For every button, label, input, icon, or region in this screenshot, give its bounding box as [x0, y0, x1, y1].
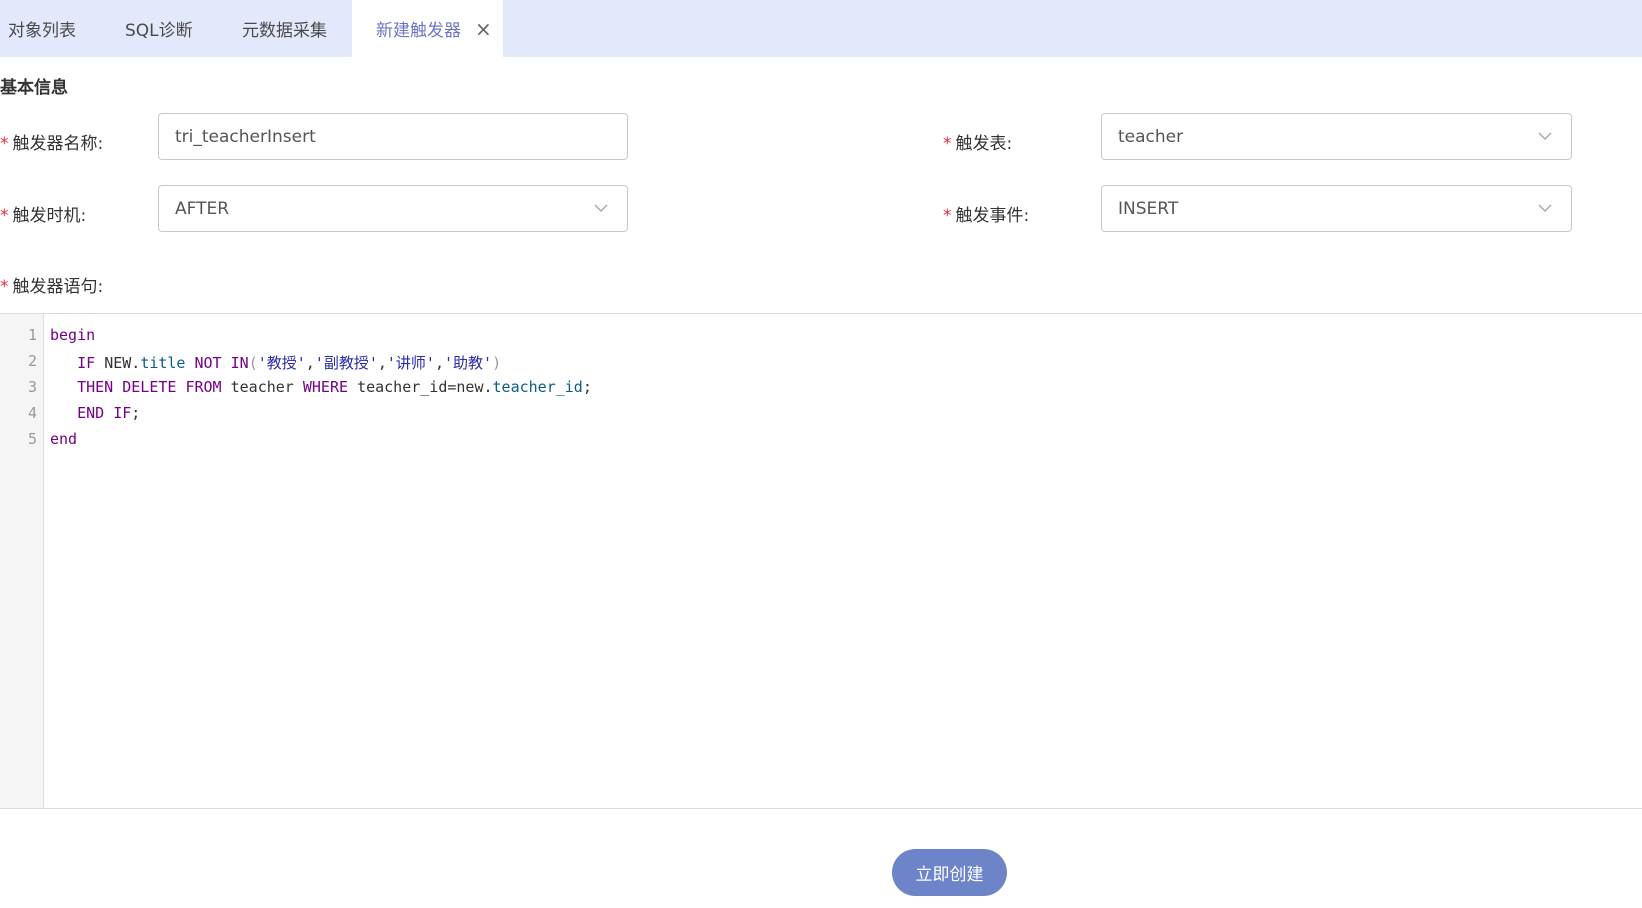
- trigger-name-field[interactable]: [158, 113, 628, 160]
- tab-label: 对象列表: [8, 21, 76, 41]
- create-now-button[interactable]: 立即创建: [892, 849, 1007, 896]
- trigger-event-label: * 触发事件:: [943, 206, 1030, 226]
- close-icon[interactable]: ×: [475, 19, 492, 39]
- tab-object-list[interactable]: 对象列表: [8, 0, 76, 57]
- code-editor[interactable]: 1 2 3 4 5 begin IF NEW.title NOT IN('教授'…: [0, 313, 1642, 809]
- code-line: IF NEW.title NOT IN('教授','副教授','讲师','助教'…: [77, 354, 502, 372]
- trigger-statement-label: * 触发器语句:: [0, 277, 104, 297]
- required-mark: *: [943, 206, 952, 226]
- required-mark: *: [943, 134, 952, 154]
- tab-sql-diagnosis[interactable]: SQL诊断: [125, 0, 193, 57]
- trigger-event-value: INSERT: [1118, 198, 1179, 219]
- chevron-down-icon: [594, 204, 608, 213]
- code-line: THEN DELETE FROM teacher WHERE teacher_i…: [77, 378, 592, 396]
- code-line: END IF;: [77, 404, 141, 422]
- line-number: 3: [27, 378, 37, 396]
- line-number: 5: [27, 430, 37, 448]
- required-mark: *: [0, 206, 9, 226]
- tab-label: 元数据采集: [242, 21, 327, 41]
- line-number: 2: [27, 352, 37, 370]
- trigger-timing-label: * 触发时机:: [0, 206, 87, 226]
- trigger-table-select[interactable]: teacher: [1101, 113, 1572, 160]
- chevron-down-icon: [1538, 204, 1552, 213]
- tab-new-trigger[interactable]: 新建触发器 ×: [352, 0, 503, 57]
- tab-label: SQL诊断: [125, 21, 193, 41]
- section-title: 基本信息: [0, 78, 68, 98]
- tab-metadata-collection[interactable]: 元数据采集: [242, 0, 327, 57]
- trigger-name-input[interactable]: [175, 126, 627, 147]
- line-number: 1: [27, 326, 37, 344]
- required-mark: *: [0, 134, 9, 154]
- chevron-down-icon: [1538, 132, 1552, 141]
- code-line: begin: [50, 326, 96, 344]
- trigger-timing-value: AFTER: [175, 198, 230, 219]
- trigger-timing-select[interactable]: AFTER: [158, 185, 628, 232]
- tab-bar: 对象列表 SQL诊断 元数据采集 新建触发器 ×: [0, 0, 1642, 57]
- trigger-event-select[interactable]: INSERT: [1101, 185, 1572, 232]
- code-line: end: [50, 430, 78, 448]
- tab-label: 新建触发器: [376, 21, 461, 41]
- line-number: 4: [27, 404, 37, 422]
- line-number-gutter: 1 2 3 4 5: [0, 314, 44, 808]
- trigger-table-value: teacher: [1118, 126, 1184, 147]
- required-mark: *: [0, 277, 9, 297]
- trigger-table-label: * 触发表:: [943, 134, 1013, 154]
- trigger-name-label: * 触发器名称:: [0, 134, 104, 154]
